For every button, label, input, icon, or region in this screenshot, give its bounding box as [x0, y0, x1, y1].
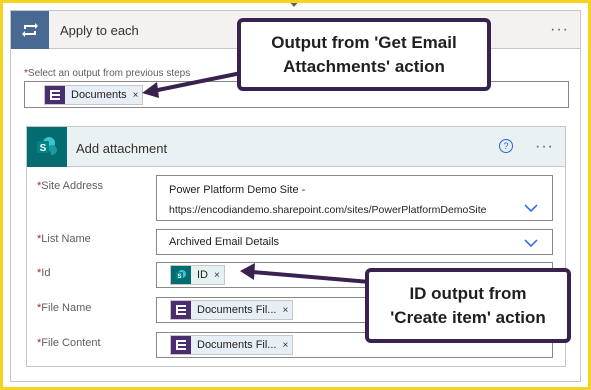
- file-name-token-label: Documents Fil...: [197, 304, 277, 316]
- apply-to-each-more-button[interactable]: ···: [550, 22, 569, 38]
- id-token-remove-icon[interactable]: ×: [214, 270, 220, 281]
- file-content-label: *File Content: [37, 337, 101, 349]
- file-content-token[interactable]: Documents Fil... ×: [170, 335, 294, 355]
- list-name-label: *List Name: [37, 233, 91, 245]
- encodian-icon: [171, 336, 191, 354]
- id-token[interactable]: S ID ×: [170, 265, 225, 285]
- site-address-value-line1: Power Platform Demo Site -: [169, 184, 306, 196]
- id-token-label: ID: [197, 269, 208, 281]
- list-name-value: Archived Email Details: [169, 236, 280, 248]
- callout-get-email-attachments: Output from 'Get Email Attachments' acti…: [237, 18, 491, 91]
- file-name-token-remove-icon[interactable]: ×: [282, 305, 288, 316]
- add-attachment-header[interactable]: S Add attachment ? ···: [27, 127, 565, 167]
- add-attachment-more-button[interactable]: ···: [535, 139, 554, 155]
- file-name-label: *File Name: [37, 302, 92, 314]
- documents-token-remove-icon[interactable]: ×: [133, 90, 139, 101]
- file-content-token-label: Documents Fil...: [197, 339, 277, 351]
- id-label: *Id: [37, 267, 51, 279]
- flow-connector-arrow: [288, 0, 300, 7]
- sharepoint-icon: S: [27, 127, 67, 167]
- file-content-token-remove-icon[interactable]: ×: [282, 340, 288, 351]
- help-icon[interactable]: ?: [499, 139, 513, 153]
- callout-top-line1: Output from 'Get Email: [271, 32, 457, 52]
- site-address-label: *Site Address: [37, 180, 104, 192]
- svg-text:S: S: [40, 143, 47, 154]
- site-address-value-line2: https://encodiandemo.sharepoint.com/site…: [169, 204, 487, 216]
- apply-to-each-title: Apply to each: [60, 23, 139, 38]
- list-name-select[interactable]: Archived Email Details: [156, 229, 553, 255]
- callout-create-item-id: ID output from 'Create item' action: [365, 268, 571, 343]
- documents-token-label: Documents: [71, 89, 127, 101]
- sharepoint-icon: S: [171, 266, 191, 284]
- site-address-select[interactable]: Power Platform Demo Site - https://encod…: [156, 175, 553, 221]
- encodian-icon: [171, 301, 191, 319]
- svg-text:S: S: [177, 274, 181, 280]
- callout-bottom-line2: 'Create item' action: [390, 307, 546, 327]
- encodian-icon: [45, 86, 65, 104]
- chevron-down-icon[interactable]: [524, 204, 538, 212]
- add-attachment-title: Add attachment: [76, 141, 168, 156]
- callout-top-line2: Attachments' action: [283, 56, 445, 76]
- file-name-token[interactable]: Documents Fil... ×: [170, 300, 294, 320]
- callout-bottom-line1: ID output from: [409, 283, 527, 303]
- loop-icon: [11, 11, 49, 49]
- select-output-label: *Select an output from previous steps: [24, 68, 191, 79]
- documents-token[interactable]: Documents ×: [44, 85, 144, 105]
- chevron-down-icon[interactable]: [524, 239, 538, 247]
